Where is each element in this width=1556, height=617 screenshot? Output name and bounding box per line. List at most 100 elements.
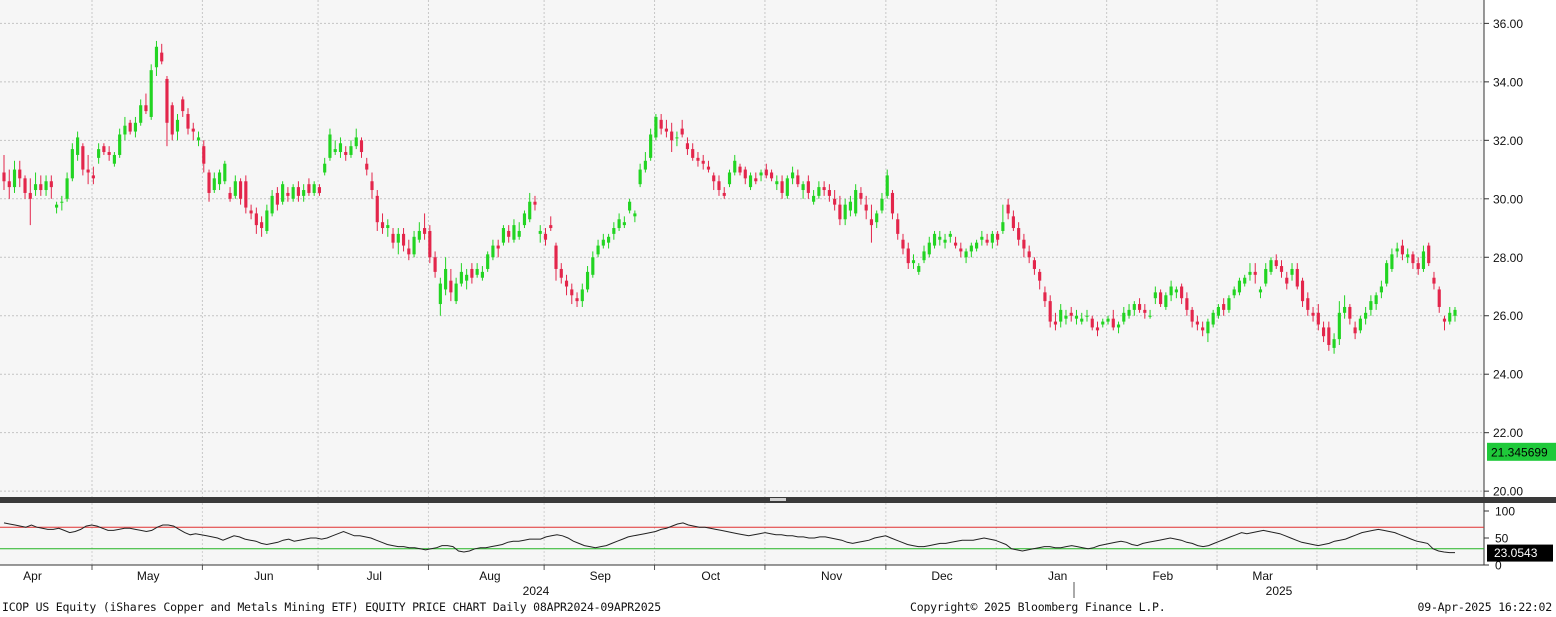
candle-body — [1216, 306, 1221, 316]
candle-body — [649, 134, 653, 158]
pane-separator-handle — [770, 498, 786, 501]
candle-body — [1032, 260, 1036, 269]
candle-body — [922, 251, 926, 261]
candle-body — [754, 178, 758, 182]
candle-body — [938, 236, 942, 240]
candle-body — [522, 213, 527, 226]
candle-body — [1101, 321, 1105, 325]
candle-body — [1137, 304, 1142, 310]
candle-body — [7, 181, 11, 188]
candle-body — [91, 175, 95, 179]
candle-body — [1411, 254, 1415, 264]
candle-body — [370, 181, 374, 191]
candle-body — [1237, 280, 1242, 293]
candle-body — [228, 192, 232, 199]
candle-body — [964, 251, 968, 258]
candle-body — [638, 169, 642, 185]
candle-body — [559, 268, 563, 278]
candle-body — [554, 245, 558, 269]
candle-body — [480, 271, 484, 278]
candle-body — [517, 230, 521, 237]
candle-body — [223, 163, 227, 182]
candle-body — [386, 225, 390, 229]
candle-body — [712, 175, 716, 182]
candle-body — [791, 172, 795, 179]
last-price-label: 21.345699 — [1491, 445, 1548, 459]
candle-body — [1353, 327, 1357, 334]
candle-body — [333, 149, 337, 153]
candle-body — [691, 149, 695, 158]
rsi-last-marker: 23.0543 — [1487, 544, 1553, 562]
candle-body — [917, 266, 921, 272]
candle-body — [854, 190, 858, 214]
candle-body — [675, 137, 679, 139]
candle-body — [896, 219, 900, 234]
candle-body — [549, 225, 553, 229]
candle-body — [1421, 251, 1426, 269]
candle-body — [1043, 292, 1047, 302]
candle-body — [1185, 298, 1189, 310]
candle-body — [1153, 292, 1157, 299]
candle-body — [780, 181, 784, 193]
y-tick-label: 28.00 — [1493, 251, 1523, 265]
candle-body — [948, 233, 952, 237]
x-tick-label: Feb — [1152, 569, 1173, 583]
candle-body — [1174, 289, 1178, 293]
candle-body — [396, 233, 400, 243]
candle-body — [1164, 295, 1168, 307]
candle-body — [764, 169, 768, 176]
candle-body — [1385, 263, 1389, 284]
candle-body — [433, 257, 437, 272]
candle-body — [1090, 318, 1094, 328]
candle-body — [959, 248, 963, 252]
candle-body — [1116, 324, 1121, 328]
candle-body — [612, 228, 616, 234]
candle-body — [344, 152, 348, 155]
candle-body — [701, 160, 705, 164]
candle-body — [1306, 298, 1310, 310]
candle-body — [296, 187, 300, 196]
rsi-plot-area — [0, 503, 1484, 565]
candle-body — [1442, 318, 1447, 322]
candle-body — [570, 289, 574, 296]
candle-body — [1253, 271, 1257, 275]
candle-body — [664, 128, 668, 132]
candle — [501, 225, 506, 246]
candle-body — [365, 163, 369, 170]
candle-body — [1290, 268, 1294, 275]
candle-body — [133, 122, 138, 132]
candle-body — [1106, 318, 1110, 322]
candle-body — [501, 228, 506, 243]
candle-body — [1048, 301, 1052, 322]
candle-body — [1437, 289, 1441, 307]
candle-body — [1195, 321, 1199, 325]
candle-body — [1274, 260, 1278, 267]
candle-body — [969, 245, 973, 252]
candle-body — [833, 198, 837, 205]
candle-body — [454, 283, 458, 302]
candle-body — [118, 134, 122, 155]
candle-body — [70, 149, 74, 179]
candle-body — [491, 245, 495, 258]
candle-body — [927, 242, 931, 255]
candle-body — [1211, 312, 1215, 325]
candle-body — [291, 187, 295, 199]
candle-body — [743, 169, 747, 179]
candle-body — [812, 195, 816, 202]
candle-body — [1316, 312, 1320, 325]
candle-body — [428, 230, 432, 258]
candle-body — [49, 181, 53, 188]
candle-body — [302, 190, 306, 196]
candle-body — [160, 52, 164, 62]
candle-body — [39, 184, 43, 191]
candle-body — [1127, 309, 1131, 316]
candle-body — [407, 248, 411, 255]
candle-body — [249, 210, 253, 214]
candle-body — [1379, 286, 1383, 293]
candle-body — [1448, 312, 1452, 322]
candle-body — [165, 78, 169, 123]
candle-body — [696, 157, 700, 161]
y-tick-label: 22.00 — [1493, 426, 1523, 440]
candle-body — [1085, 315, 1089, 317]
candle-body — [380, 222, 385, 229]
